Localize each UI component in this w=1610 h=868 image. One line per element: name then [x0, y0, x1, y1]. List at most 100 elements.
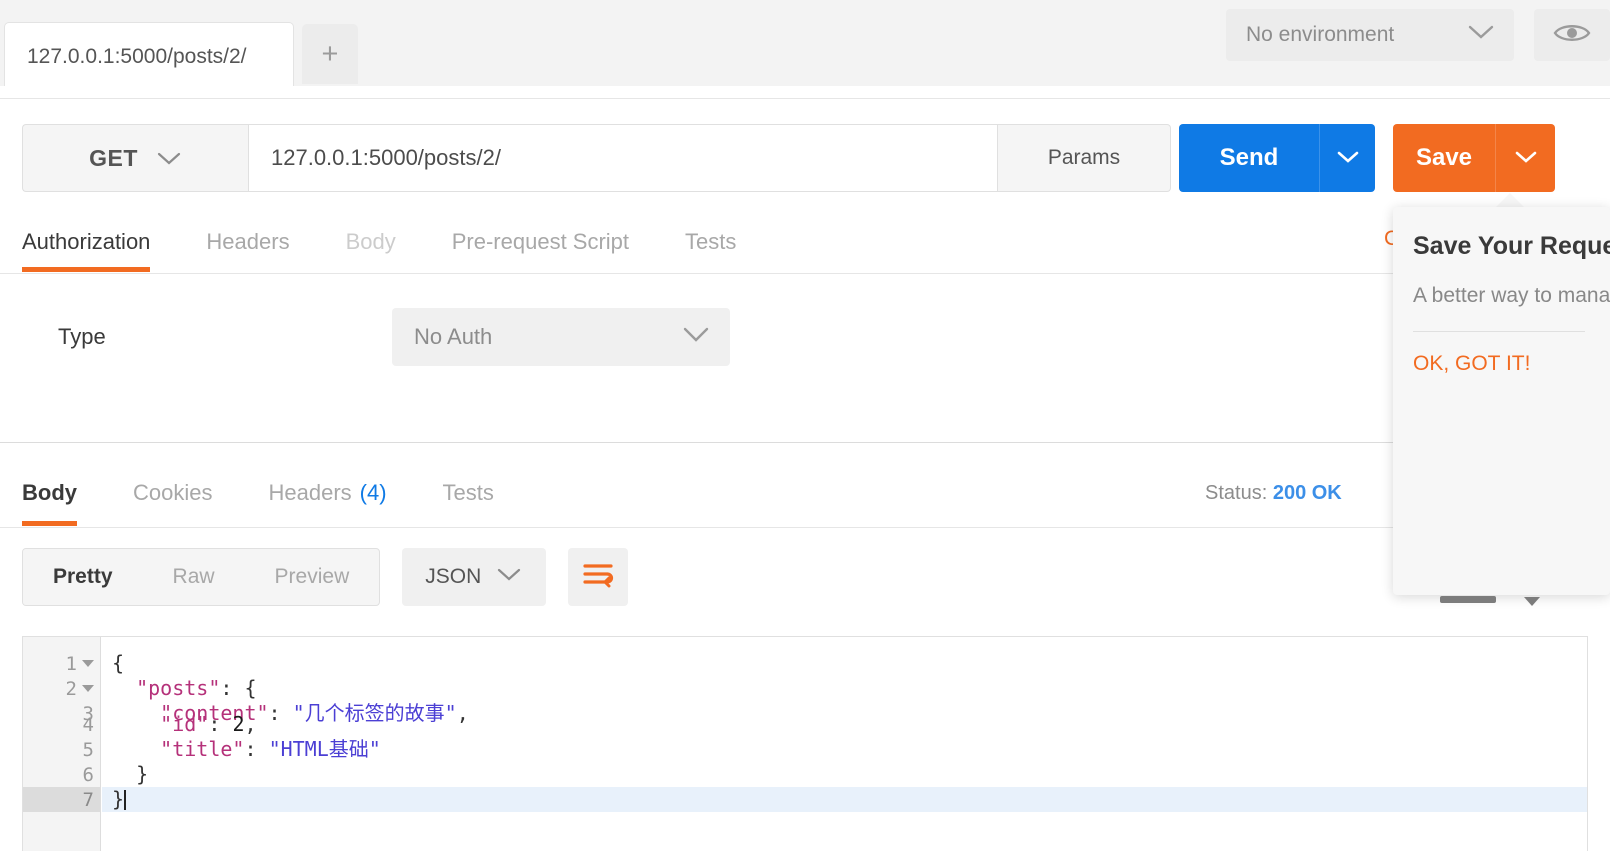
line-number: 5: [23, 737, 100, 762]
view-mode-label: Preview: [274, 565, 350, 588]
response-panel: Body Cookies Headers (4) Tests Status: 2…: [0, 460, 1610, 868]
response-tab-headers[interactable]: Headers (4): [268, 460, 386, 526]
url-value: 127.0.0.1:5000/posts/2/: [271, 145, 501, 170]
request-tabs: Authorization Headers Body Pre-request S…: [0, 212, 1610, 274]
authorization-row: Type No Auth: [0, 297, 1610, 377]
format-label: JSON: [425, 565, 482, 588]
status-badge: Status: 200 OK: [1205, 482, 1342, 505]
text-cursor: [124, 790, 127, 810]
line-number-value: 4: [82, 713, 94, 736]
environment-quick-look-button[interactable]: [1534, 9, 1610, 61]
send-button[interactable]: Send: [1179, 124, 1319, 192]
code-line: {: [102, 651, 1587, 676]
response-body-toolbar: Pretty Raw Preview JSON: [22, 548, 629, 606]
code-line: "title": "HTML基础": [102, 737, 1587, 762]
tab-label: Body: [345, 229, 396, 254]
view-mode-preview[interactable]: Preview: [245, 549, 380, 605]
code-token: :: [208, 712, 233, 736]
response-body-editor[interactable]: 1234567 { "posts": { "content": "几个标签的故事…: [22, 636, 1588, 851]
code-token: }: [112, 787, 125, 811]
response-tab-body[interactable]: Body: [22, 460, 77, 526]
line-number: 7: [23, 787, 100, 812]
fold-triangle-icon[interactable]: [82, 685, 94, 692]
code-token: 2: [232, 712, 245, 736]
line-number-value: 7: [82, 788, 94, 811]
scrollbar-handle[interactable]: [1440, 596, 1496, 603]
auth-type-value: No Auth: [414, 324, 493, 349]
chevron-down-icon: [680, 324, 712, 350]
code-area[interactable]: { "posts": { "content": "几个标签的故事", "id":…: [102, 637, 1587, 851]
response-tabs: Body Cookies Headers (4) Tests: [0, 460, 1610, 528]
params-label: Params: [1047, 146, 1121, 169]
request-tab-tests[interactable]: Tests: [685, 212, 736, 272]
request-tab-0[interactable]: 127.0.0.1:5000/posts/2/: [4, 22, 294, 90]
response-tab-tests[interactable]: Tests: [443, 460, 494, 526]
tab-bar: 127.0.0.1:5000/posts/2/ + No environment: [0, 0, 1610, 90]
view-mode-pretty[interactable]: Pretty: [23, 549, 143, 605]
plus-icon: +: [321, 37, 339, 70]
save-button[interactable]: Save: [1393, 124, 1495, 192]
line-number-value: 5: [82, 738, 94, 761]
send-options-button[interactable]: [1319, 124, 1375, 192]
tab-label: Tests: [685, 229, 737, 254]
request-tab-pre-request-script[interactable]: Pre-request Script: [452, 212, 629, 272]
tab-label: Authorization: [22, 229, 151, 254]
popover-body: A better way to manage your requests is …: [1413, 284, 1610, 307]
word-wrap-button[interactable]: [568, 548, 629, 606]
view-mode-raw[interactable]: Raw: [143, 549, 245, 605]
line-number: 6: [23, 762, 100, 787]
status-label: Status:: [1205, 482, 1268, 504]
code-token: {: [112, 651, 125, 675]
code-line: }: [102, 762, 1587, 787]
code-token: "posts": [136, 676, 221, 700]
tab-label: Tests: [442, 480, 494, 505]
response-format-selector[interactable]: JSON: [402, 548, 547, 606]
method-selector[interactable]: GET: [22, 124, 248, 192]
params-button[interactable]: Params: [998, 124, 1171, 192]
save-request-popover: Save Your Request A better way to manage…: [1393, 207, 1610, 595]
view-mode-label: Raw: [172, 565, 215, 588]
save-label: Save: [1415, 144, 1473, 171]
chevron-down-icon: [1524, 597, 1540, 606]
popover-ok-button[interactable]: OK, GOT IT!: [1413, 352, 1610, 376]
tab-label: Body: [22, 480, 77, 505]
chevron-down-icon: [156, 145, 182, 172]
environment-selector[interactable]: No environment: [1226, 9, 1514, 61]
request-tab-headers[interactable]: Headers: [206, 212, 289, 272]
request-tab-authorization[interactable]: Authorization: [22, 212, 151, 272]
code-token: "id": [160, 712, 209, 736]
popover-title: Save Your Request: [1413, 232, 1610, 260]
view-mode-label: Pretty: [53, 565, 113, 588]
code-line: "id": 2,: [102, 712, 1587, 737]
new-tab-button[interactable]: +: [302, 24, 358, 84]
headers-count-badge: (4): [359, 480, 387, 505]
chevron-down-icon: [1466, 23, 1496, 47]
view-mode-group: Pretty Raw Preview: [22, 548, 381, 606]
code-token: ,: [244, 712, 257, 736]
popover-divider: [1413, 331, 1585, 332]
auth-type-selector[interactable]: No Auth: [392, 308, 730, 366]
request-tab-body[interactable]: Body: [346, 212, 396, 272]
request-tab-label: 127.0.0.1:5000/posts/2/: [27, 44, 247, 68]
url-input[interactable]: 127.0.0.1:5000/posts/2/: [248, 124, 998, 192]
word-wrap-icon: [581, 560, 615, 595]
code-line: "posts": {: [102, 676, 1587, 701]
fold-triangle-icon[interactable]: [82, 660, 94, 667]
response-tab-cookies[interactable]: Cookies: [133, 460, 212, 526]
line-number-gutter: 1234567: [23, 637, 101, 851]
popover-arrow: [1495, 193, 1525, 208]
method-label: GET: [89, 144, 138, 171]
tab-label: Headers: [268, 480, 352, 505]
tab-bar-underline: [0, 86, 1610, 90]
line-number: 1: [23, 651, 100, 676]
chevron-down-icon: [1335, 148, 1361, 169]
status-value: 200 OK: [1272, 482, 1342, 504]
save-options-button[interactable]: [1495, 124, 1555, 192]
code-token: }: [112, 762, 149, 786]
eye-icon: [1552, 20, 1592, 51]
line-number: 2: [23, 676, 100, 701]
code-token: : {: [220, 676, 257, 700]
